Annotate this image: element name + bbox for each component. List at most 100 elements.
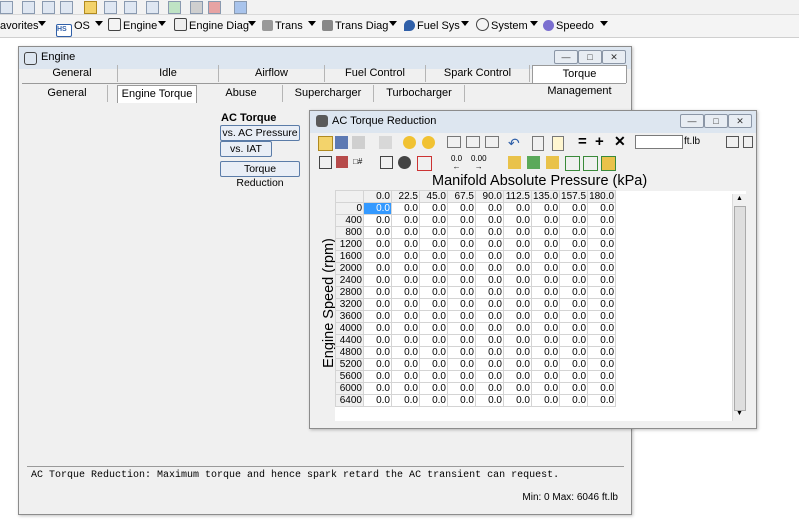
table-cell[interactable]: 0.0: [475, 250, 504, 263]
table-cell[interactable]: 0.0: [419, 322, 448, 335]
table-cell[interactable]: 0.0: [587, 250, 617, 263]
row-header[interactable]: 6000: [335, 382, 364, 395]
save-icon[interactable]: [0, 1, 13, 14]
menu-system[interactable]: System: [476, 18, 528, 34]
table-cell[interactable]: 0.0: [587, 274, 617, 287]
maximize-button[interactable]: □: [704, 114, 728, 128]
graph-icon[interactable]: [417, 156, 432, 171]
subtab-turbocharger[interactable]: Turbocharger: [374, 85, 465, 102]
table-cell[interactable]: 0.0: [559, 250, 589, 263]
column-header[interactable]: 22.5: [391, 190, 420, 203]
row-header[interactable]: 1200: [335, 238, 364, 251]
table-cell[interactable]: 0.0: [391, 298, 420, 311]
maximize-button[interactable]: □: [578, 50, 602, 64]
table-cell[interactable]: 0.0: [503, 346, 532, 359]
table-view-icon[interactable]: [380, 156, 393, 169]
menu-fuel-sys[interactable]: Fuel Sys: [404, 18, 460, 34]
grid-icon[interactable]: [146, 1, 159, 14]
open-icon[interactable]: [318, 136, 333, 151]
table-cell[interactable]: 0.0: [475, 214, 504, 227]
table-cell[interactable]: 0.0: [363, 394, 392, 407]
table-cell[interactable]: 0.0: [530, 346, 561, 359]
grid-icon[interactable]: [124, 1, 137, 14]
document-icon[interactable]: [60, 1, 73, 14]
table-cell[interactable]: 0.0: [587, 202, 617, 215]
table-cell[interactable]: 0.0: [447, 298, 476, 311]
table-cell[interactable]: 0.0: [391, 346, 420, 359]
tool-icon[interactable]: [168, 1, 181, 14]
table-cell[interactable]: 0.0: [503, 382, 532, 395]
chevron-down-icon[interactable]: [38, 21, 46, 26]
star-icon[interactable]: [422, 136, 435, 149]
minimize-button[interactable]: —: [680, 114, 704, 128]
row-header[interactable]: 800: [335, 226, 364, 239]
menu-favorites[interactable]: avorites: [0, 18, 39, 34]
3d-view-icon[interactable]: [398, 156, 411, 169]
table-cell[interactable]: 0.0: [363, 262, 392, 275]
fill-icon[interactable]: [546, 156, 559, 169]
table-cell[interactable]: 0.0: [363, 358, 392, 371]
table-cell[interactable]: 0.0: [559, 334, 589, 347]
subtab-general[interactable]: General: [27, 85, 108, 102]
table-cell[interactable]: 0.0: [559, 382, 589, 395]
table-cell[interactable]: 0.0: [419, 382, 448, 395]
table-cell[interactable]: 0.0: [530, 226, 561, 239]
row-header[interactable]: 0: [335, 202, 364, 215]
document-icon[interactable]: [22, 1, 35, 14]
table-cell[interactable]: 0.0: [503, 238, 532, 251]
multiply-button[interactable]: ✕: [614, 133, 626, 150]
table-cell[interactable]: 0.0: [475, 322, 504, 335]
table-cell[interactable]: 0.0: [475, 262, 504, 275]
table-cell[interactable]: 0.0: [530, 250, 561, 263]
row-header[interactable]: 4000: [335, 322, 364, 335]
table-cell[interactable]: 0.0: [475, 382, 504, 395]
torque-reduction-button[interactable]: Torque Reduction: [220, 161, 300, 189]
save-icon[interactable]: [335, 136, 348, 149]
table-cell[interactable]: 0.0: [391, 322, 420, 335]
table-cell[interactable]: 0.0: [559, 214, 589, 227]
table-cell[interactable]: 0.0: [475, 286, 504, 299]
table-cell[interactable]: 0.0: [447, 358, 476, 371]
table-cell[interactable]: 0.0: [475, 346, 504, 359]
menu-engine-diag[interactable]: Engine Diag: [174, 18, 249, 34]
scroll-down-icon[interactable]: ▼: [736, 410, 743, 417]
table-cell[interactable]: 0.0: [447, 274, 476, 287]
paste-icon[interactable]: [552, 136, 564, 151]
table-cell[interactable]: 0.0: [559, 226, 589, 239]
subtab-engine-torque[interactable]: Engine Torque: [117, 85, 197, 103]
row-header[interactable]: 5200: [335, 358, 364, 371]
equals-button[interactable]: =: [578, 133, 587, 150]
tab-spark-control[interactable]: Spark Control: [426, 65, 530, 82]
value-input[interactable]: [635, 135, 683, 149]
table-cell[interactable]: 0.0: [530, 274, 561, 287]
table-cell[interactable]: 0.0: [419, 202, 448, 215]
table-cell[interactable]: 0.0: [363, 298, 392, 311]
table-cell[interactable]: 0.0: [503, 286, 532, 299]
table-cell[interactable]: 0.0: [587, 310, 617, 323]
table-cell[interactable]: 0.0: [447, 202, 476, 215]
table-cell[interactable]: 0.0: [447, 226, 476, 239]
table-cell[interactable]: 0.0: [559, 286, 589, 299]
table-cell[interactable]: 0.0: [363, 238, 392, 251]
table-cell[interactable]: 0.0: [363, 346, 392, 359]
document-icon[interactable]: [42, 1, 55, 14]
table-cell[interactable]: 0.0: [447, 250, 476, 263]
table-cell[interactable]: 0.0: [530, 322, 561, 335]
table-cell[interactable]: 0.0: [475, 202, 504, 215]
chevron-down-icon[interactable]: [389, 21, 397, 26]
row-header[interactable]: 2000: [335, 262, 364, 275]
table-cell[interactable]: 0.0: [475, 274, 504, 287]
table-cell[interactable]: 0.0: [391, 382, 420, 395]
table-cell[interactable]: 0.0: [559, 322, 589, 335]
row-header[interactable]: 1600: [335, 250, 364, 263]
table-cell[interactable]: 0.0: [503, 358, 532, 371]
scroll-up-icon[interactable]: ▲: [736, 195, 743, 202]
table-cell[interactable]: 0.0: [503, 274, 532, 287]
table-cell[interactable]: 0.0: [419, 250, 448, 263]
tab-airflow[interactable]: Airflow: [219, 65, 325, 82]
table-cell[interactable]: 0.0: [559, 394, 589, 407]
copy-icon[interactable]: [532, 136, 544, 151]
table-cell[interactable]: 0.0: [587, 346, 617, 359]
chevron-down-icon[interactable]: [95, 21, 103, 26]
row-header[interactable]: 2800: [335, 286, 364, 299]
